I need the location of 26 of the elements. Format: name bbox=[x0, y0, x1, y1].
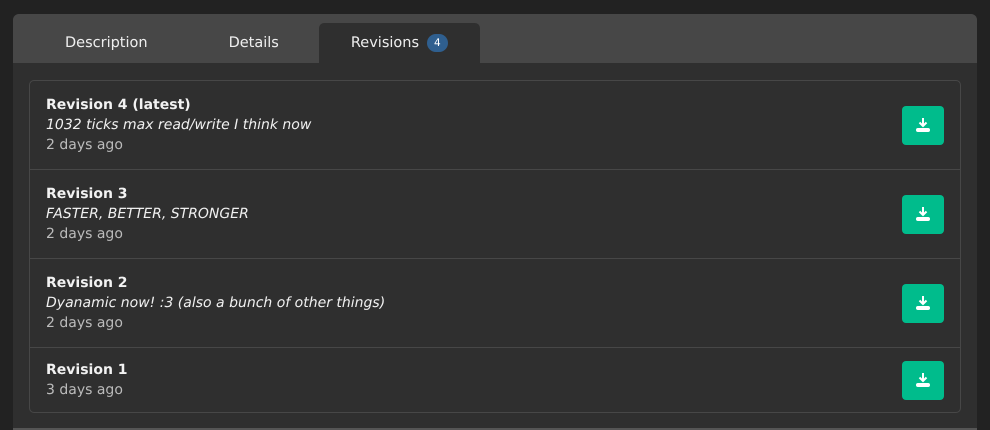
download-button[interactable] bbox=[902, 284, 944, 322]
tab-label: Details bbox=[228, 35, 279, 51]
tab-label: Revisions bbox=[350, 35, 420, 51]
revision-message: 1032 ticks max read/write I think now bbox=[46, 117, 312, 133]
count-badge: 4 bbox=[427, 34, 448, 52]
download-icon bbox=[915, 117, 931, 133]
revision-title: Revision 1 bbox=[46, 362, 128, 378]
revision-time: 2 days ago bbox=[46, 315, 124, 331]
download-button[interactable] bbox=[902, 194, 944, 234]
revision-time: 2 days ago bbox=[46, 137, 124, 153]
download-icon bbox=[915, 206, 931, 222]
revision-time: 2 days ago bbox=[46, 226, 124, 242]
tab[interactable]: Description bbox=[24, 23, 189, 63]
revision-message: FASTER, BETTER, STRONGER bbox=[46, 206, 249, 222]
download-button[interactable] bbox=[902, 106, 944, 144]
revision-title: Revision 4 (latest) bbox=[46, 97, 192, 113]
download-icon bbox=[915, 295, 931, 311]
download-icon bbox=[915, 372, 931, 388]
tab[interactable]: Revisions 4 bbox=[318, 23, 480, 63]
tab[interactable]: Details bbox=[188, 23, 319, 63]
tab-label: Description bbox=[65, 35, 148, 51]
revision-title: Revision 2 bbox=[46, 275, 129, 291]
download-button[interactable] bbox=[902, 360, 944, 400]
revision-title: Revision 3 bbox=[46, 186, 129, 202]
revision-message: Dyanamic now! :3 (also a bunch of other things) bbox=[46, 295, 386, 311]
revision-time: 3 days ago bbox=[46, 382, 124, 398]
